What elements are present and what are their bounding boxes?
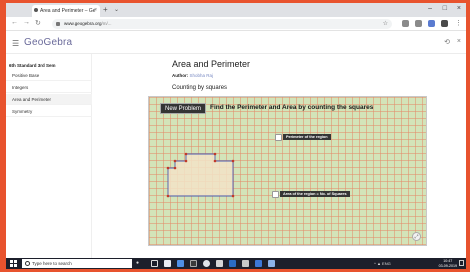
refresh-icon[interactable]: ↻ [35, 19, 41, 27]
perimeter-checkbox-label[interactable]: Perimeter of the region [283, 134, 331, 140]
address-bar[interactable]: www.geogebra.org/m/... ☆ [52, 19, 392, 29]
lock-icon [56, 22, 60, 26]
profile-icon[interactable] [441, 20, 448, 27]
browser-menu-icon[interactable]: ⋮ [455, 19, 462, 27]
tab-dropdown-icon[interactable]: ⌄ [114, 6, 119, 13]
app-icon[interactable] [255, 260, 262, 267]
taskbar-search-input[interactable]: Type here to search [22, 259, 132, 268]
hamburger-icon[interactable]: ☰ [12, 39, 19, 48]
store-icon[interactable] [177, 260, 184, 267]
bookmark-star-icon[interactable]: ☆ [383, 20, 388, 27]
author-label: Author: [172, 73, 189, 78]
taskbar-clock[interactable]: 10:47 03-09-2019 [439, 259, 457, 268]
app-icon[interactable] [190, 260, 197, 267]
browser-tab-bar: Area and Perimeter – Ge × + ⌄ – □ × [6, 3, 466, 17]
microphone-icon[interactable]: ● [136, 260, 139, 266]
address-path: /m/... [101, 21, 112, 26]
extension-icon[interactable] [402, 20, 409, 27]
app-icon[interactable] [242, 260, 249, 267]
favicon-icon [34, 8, 38, 12]
screen: Area and Perimeter – Ge × + ⌄ – □ × ← → … [6, 3, 466, 269]
author-name-link[interactable]: Shobha Raj [190, 73, 214, 78]
perimeter-checkbox[interactable] [275, 134, 282, 141]
window-close-icon[interactable]: × [457, 5, 461, 12]
notification-icon[interactable] [459, 260, 464, 266]
region-polygon [167, 153, 234, 197]
share-icon[interactable]: ⟲ [444, 38, 450, 46]
minimize-icon[interactable]: – [428, 5, 432, 12]
region-shape-drawing [166, 152, 235, 198]
app-header: ☰ GeoGebra ⟲ × [6, 32, 466, 54]
geogebra-applet[interactable]: New Problem Find the Perimeter and Area … [148, 96, 427, 246]
fullscreen-icon[interactable]: ⤢ [412, 232, 421, 241]
sidebar-item-area-and-perimeter[interactable]: Area and Perimeter [6, 94, 92, 105]
close-icon[interactable]: × [457, 38, 461, 45]
windows-start-icon[interactable] [10, 260, 17, 267]
sidebar-item-integers[interactable]: Integers [6, 82, 92, 93]
task-view-icon[interactable] [151, 260, 158, 267]
extension-icon[interactable] [415, 20, 422, 27]
sidebar: 6th Standard 3rd Sem Positive Base Integ… [6, 54, 92, 258]
taskbar-search-placeholder: Type here to search [32, 261, 72, 266]
taskbar: Type here to search ● ^ ▲ ENG 10:47 03-0… [6, 258, 466, 269]
page-title: Area and Perimeter [172, 59, 251, 69]
new-problem-button[interactable]: New Problem [160, 103, 207, 114]
sidebar-item-positive-base[interactable]: Positive Base [6, 70, 92, 81]
area-checkbox[interactable] [272, 191, 279, 198]
browser-tab[interactable]: Area and Perimeter – Ge × [32, 5, 100, 17]
tab-title: Area and Perimeter – Ge [40, 8, 96, 14]
chrome-icon[interactable] [203, 260, 210, 267]
app-icon[interactable] [216, 260, 223, 267]
extension-icon[interactable] [428, 20, 435, 27]
address-domain: www.geogebra.org [64, 21, 102, 26]
forward-icon[interactable]: → [23, 19, 30, 26]
system-tray[interactable]: ^ ▲ ENG [374, 261, 391, 266]
file-explorer-icon[interactable] [164, 260, 171, 267]
new-tab-button[interactable]: + [103, 5, 108, 14]
area-checkbox-label[interactable]: Area of the region = No. of Squares [280, 191, 350, 197]
clock-date: 03-09-2019 [438, 263, 457, 268]
maximize-icon[interactable]: □ [443, 5, 447, 12]
browser-toolbar: ← → ↻ www.geogebra.org/m/... ☆ ⋮ [6, 17, 466, 31]
author-line: Author: Shobha Raj [172, 73, 213, 78]
tab-close-icon[interactable]: × [94, 7, 97, 13]
geogebra-logo[interactable]: GeoGebra [24, 37, 72, 48]
sidebar-item-symmetry[interactable]: Symmetry [6, 106, 92, 117]
back-icon[interactable]: ← [11, 19, 18, 26]
app-icon[interactable] [229, 260, 236, 267]
instruction-text: Find the Perimeter and Area by counting … [210, 104, 374, 111]
sidebar-heading: 6th Standard 3rd Sem [9, 63, 56, 68]
activity-subtitle: Counting by squares [172, 85, 228, 91]
search-icon [25, 261, 30, 266]
app-icon[interactable] [268, 260, 275, 267]
